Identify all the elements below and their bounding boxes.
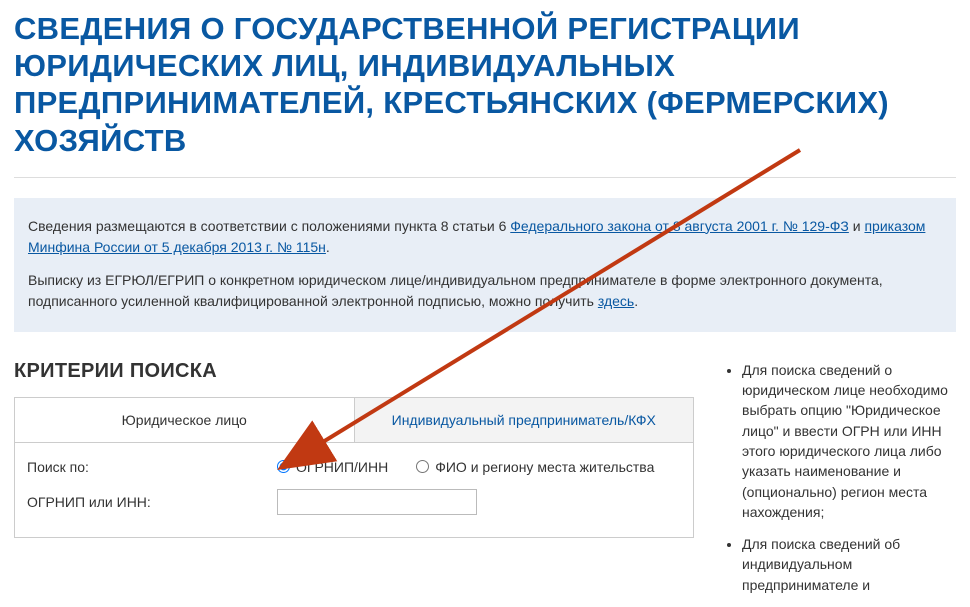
criteria-heading: Критерии поиска: [14, 360, 694, 383]
info-text: .: [326, 239, 330, 255]
info-paragraph-2: Выписку из ЕГРЮЛ/ЕГРИП о конкретном юрид…: [28, 270, 942, 312]
info-text: Выписку из ЕГРЮЛ/ЕГРИП о конкретном юрид…: [28, 272, 883, 309]
tab-individual-entrepreneur[interactable]: Индивидуальный предприниматель/КФХ: [355, 398, 694, 442]
info-paragraph-1: Сведения размещаются в соответствии с по…: [28, 216, 942, 258]
help-sidebar: Для поиска сведений о юридическом лице н…: [722, 360, 956, 607]
radio-fio-region-label[interactable]: ФИО и региону места жительства: [435, 459, 654, 475]
divider: [14, 177, 956, 178]
law-129-link[interactable]: Федерального закона от 8 августа 2001 г.…: [510, 218, 849, 234]
radio-ogrnip-inn-label[interactable]: ОГРНИП/ИНН: [296, 459, 388, 475]
ogrnip-inn-label: ОГРНИП или ИНН:: [27, 494, 277, 510]
search-by-radio-group: ОГРНИП/ИНН ФИО и региону места жительств…: [277, 459, 654, 475]
search-form: Поиск по: ОГРНИП/ИНН ФИО и региону места…: [14, 443, 694, 538]
info-text: и: [849, 218, 865, 234]
ogrnip-inn-input[interactable]: [277, 489, 477, 515]
radio-fio-region[interactable]: [416, 460, 429, 473]
tab-legal-entity[interactable]: Юридическое лицо: [15, 398, 355, 442]
help-item: Для поиска сведений о юридическом лице н…: [742, 360, 956, 522]
info-text: .: [634, 293, 638, 309]
search-by-label: Поиск по:: [27, 459, 277, 475]
radio-ogrnip-inn[interactable]: [277, 460, 290, 473]
info-text: Сведения размещаются в соответствии с по…: [28, 218, 510, 234]
tabs: Юридическое лицо Индивидуальный предприн…: [14, 397, 694, 443]
extract-here-link[interactable]: здесь: [598, 293, 634, 309]
info-box: Сведения размещаются в соответствии с по…: [14, 198, 956, 332]
page-title: Сведения о государственной регистрации ю…: [0, 0, 970, 177]
help-item: Для поиска сведений об индивидуальном пр…: [742, 534, 956, 595]
